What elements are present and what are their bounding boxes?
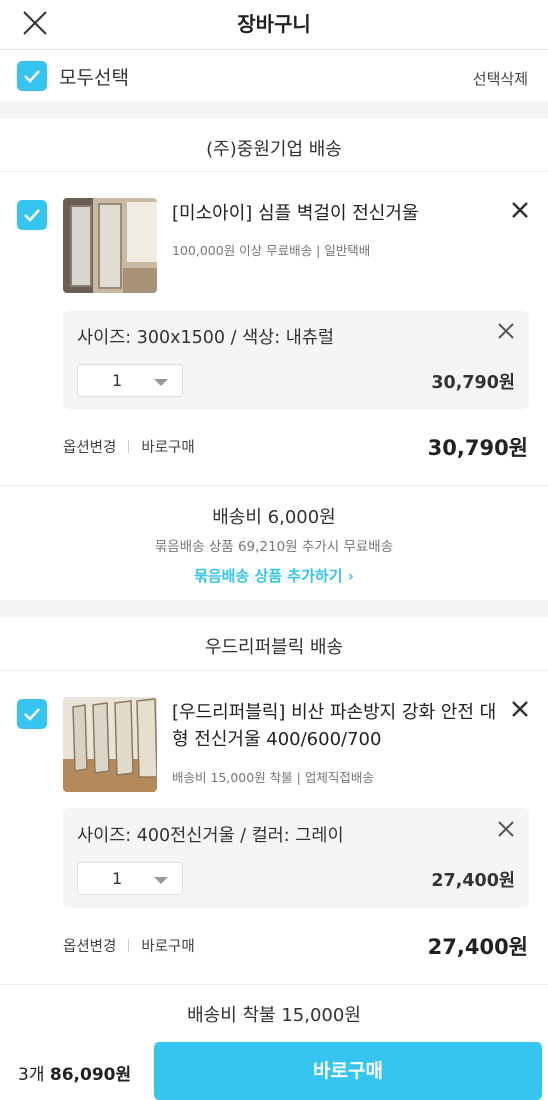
cart-summary: 3개 86,090원	[18, 1060, 131, 1085]
select-all-bar: 모두선택 선택삭제	[0, 51, 548, 101]
remove-option-icon[interactable]	[495, 320, 517, 342]
cart-total: 86,090원	[49, 1065, 132, 1085]
section-gap	[0, 600, 548, 617]
product-name[interactable]: [우드리퍼블릭] 비산 파손방지 강화 안전 대형 전신거울 400/600/7…	[172, 699, 502, 753]
quantity-value: 1	[112, 869, 123, 888]
checkout-bar: 3개 86,090원 바로구매	[0, 1040, 548, 1100]
vendor-name: 우드리퍼블릭 배송	[204, 637, 344, 658]
shipping-fee: 배송비 착불 15,000원	[187, 1005, 361, 1026]
vendor-name: (주)중원기업 배송	[206, 139, 342, 160]
chevron-down-icon	[154, 379, 168, 386]
option-text: 사이즈: 400전신거울 / 컬러: 그레이	[77, 826, 344, 846]
separator	[128, 440, 130, 453]
quantity-value: 1	[112, 371, 123, 390]
remove-item-icon[interactable]	[508, 198, 532, 222]
divider	[0, 984, 548, 985]
divider	[0, 485, 548, 486]
header: 장바구니	[0, 0, 548, 50]
separator	[128, 939, 130, 952]
option-box: 사이즈: 300x1500 / 색상: 내츄럴 1 30,790원	[63, 310, 529, 410]
product-shipping-info: 100,000원 이상 무료배송 | 일반택배	[172, 243, 371, 258]
buy-now-link[interactable]: 바로구매	[141, 440, 194, 456]
remove-item-icon[interactable]	[508, 697, 532, 721]
change-option-button[interactable]: 옵션변경	[63, 440, 116, 456]
section-gap	[0, 101, 548, 118]
option-box: 사이즈: 400전신거울 / 컬러: 그레이 1 27,400원	[63, 808, 529, 908]
item-total: 30,790원	[427, 436, 528, 460]
item-checkbox[interactable]	[17, 699, 47, 729]
divider	[0, 171, 548, 172]
check-icon	[24, 708, 40, 721]
vendor-section: 우드리퍼블릭 배송 [우드리퍼블릭] 비산 파손방지 강화 안전 대형 전신거울…	[0, 617, 548, 1040]
product-name[interactable]: [미소아이] 심플 벽걸이 전신거울	[172, 200, 502, 227]
vendor-section: (주)중원기업 배송 [미소아이] 심플 벽걸이 전신거울 100,000원 이…	[0, 118, 548, 600]
product-shipping-info: 배송비 15,000원 착불 | 업체직접배송	[172, 770, 374, 785]
add-bundle-link[interactable]: 묶음배송 상품 추가하기 ›	[0, 565, 548, 586]
buy-now-button[interactable]: 바로구매	[154, 1042, 542, 1100]
item-total: 27,400원	[427, 935, 528, 959]
divider	[0, 670, 548, 671]
remove-option-icon[interactable]	[495, 818, 517, 840]
buy-now-link[interactable]: 바로구매	[141, 939, 194, 955]
select-all-checkbox[interactable]	[17, 61, 47, 91]
option-price: 30,790원	[431, 373, 515, 393]
product-thumbnail[interactable]	[63, 198, 157, 293]
chevron-down-icon	[154, 877, 168, 884]
check-icon	[24, 70, 40, 83]
check-icon	[24, 209, 40, 222]
delete-selected-button[interactable]: 선택삭제	[473, 68, 528, 89]
quantity-select[interactable]: 1	[77, 364, 183, 397]
item-actions: 옵션변경 바로구매	[63, 935, 195, 956]
shipping-fee: 배송비 6,000원	[212, 507, 336, 528]
quantity-select[interactable]: 1	[77, 862, 183, 895]
option-text: 사이즈: 300x1500 / 색상: 내츄럴	[77, 328, 335, 348]
shipping-note: 묶음배송 상품 69,210원 추가시 무료배송	[154, 539, 394, 555]
item-checkbox[interactable]	[17, 200, 47, 230]
change-option-button[interactable]: 옵션변경	[63, 939, 116, 955]
item-actions: 옵션변경 바로구매	[63, 436, 195, 457]
item-count: 3개	[18, 1065, 45, 1085]
page-title: 장바구니	[237, 12, 311, 36]
option-price: 27,400원	[431, 871, 515, 891]
select-all-label[interactable]: 모두선택	[59, 63, 129, 90]
product-thumbnail[interactable]	[63, 697, 157, 792]
